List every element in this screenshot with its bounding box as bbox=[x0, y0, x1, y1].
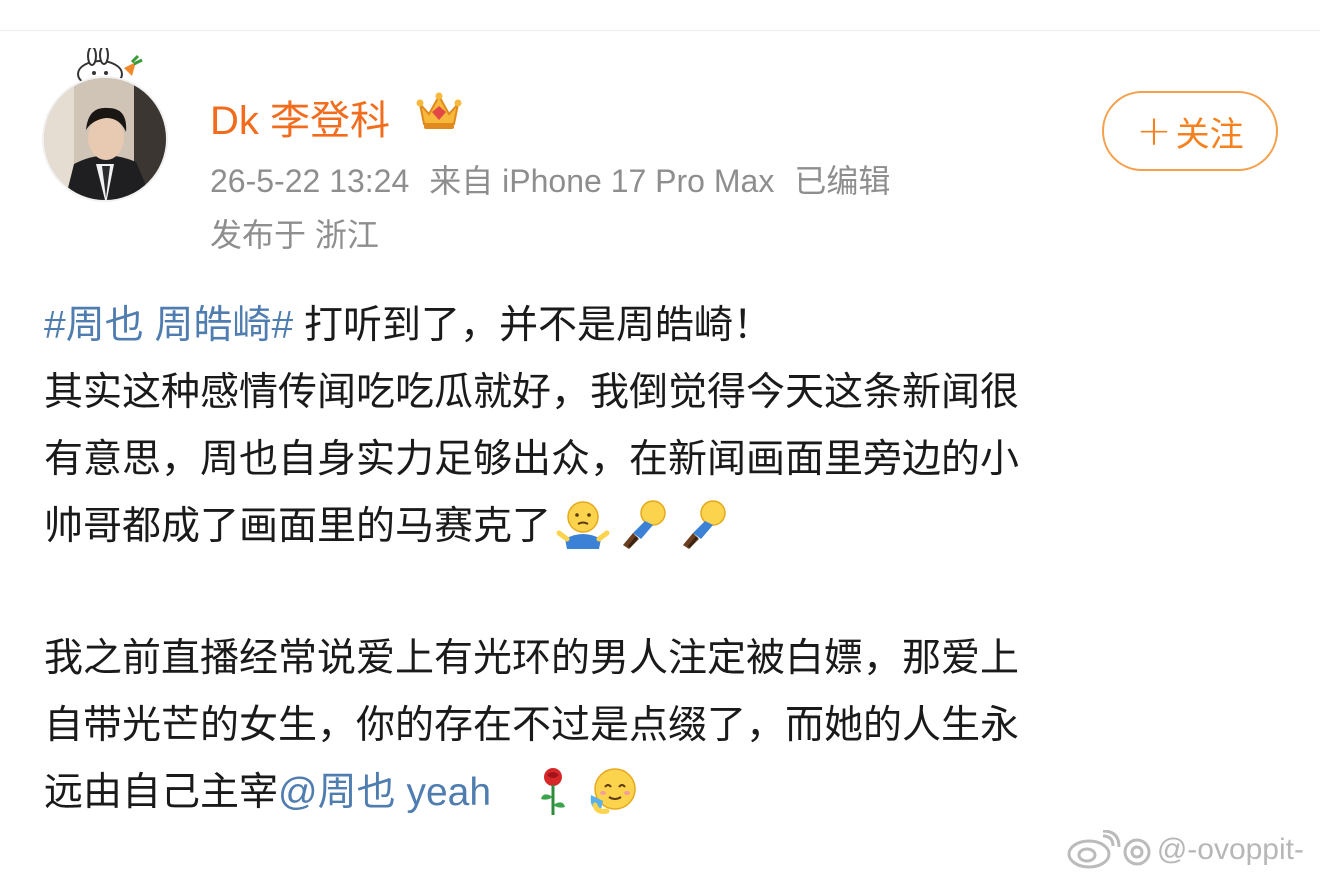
post-text: 帅哥都成了画面里的马赛克了 bbox=[44, 505, 552, 548]
post-body: #周也 周皓崎# 打听到了，并不是周皓崎！ 其实这种感情传闻吃吃瓜就好，我倒觉得… bbox=[44, 292, 1284, 826]
kneel-emoji-icon bbox=[615, 499, 671, 551]
rose-emoji-icon bbox=[525, 765, 581, 817]
crown-icon bbox=[416, 92, 462, 129]
follow-button[interactable]: + 关注 bbox=[1102, 91, 1278, 171]
post-source: 来自 iPhone 17 Pro Max bbox=[429, 163, 775, 199]
post-text: 打听到了，并不是周皓崎！ bbox=[293, 304, 773, 347]
post-line: 有意思，周也自身实力足够出众，在新闻画面里旁边的小 bbox=[44, 438, 1020, 481]
post-text: 远由自己主宰 bbox=[44, 771, 279, 814]
top-divider bbox=[0, 30, 1320, 31]
shrug-emoji-icon bbox=[555, 499, 611, 551]
post-location: 发布于 浙江 bbox=[210, 217, 379, 253]
post-line: 远由自己主宰@周也 yeah bbox=[44, 759, 1284, 826]
author-name[interactable]: Dk 李登科 bbox=[210, 88, 390, 146]
watermark-handle: @-ovoppit- bbox=[1156, 833, 1304, 866]
mention-link[interactable]: @周也 yeah bbox=[278, 771, 491, 814]
post-line: 其实这种感情传闻吃吃瓜就好，我倒觉得今天这条新闻很 bbox=[44, 371, 1020, 414]
post-line: 帅哥都成了画面里的马赛克了 bbox=[44, 493, 1284, 560]
follow-button-label: 关注 bbox=[1175, 114, 1244, 155]
plus-icon: + bbox=[1136, 106, 1172, 155]
edited-label[interactable]: 已编辑 bbox=[794, 163, 890, 199]
post-line: 自带光芒的女生，你的存在不过是点缀了，而她的人生永 bbox=[44, 704, 1020, 747]
post-line: #周也 周皓崎# 打听到了，并不是周皓崎！ bbox=[44, 292, 1284, 359]
avatar-photo bbox=[42, 76, 168, 202]
kneel-emoji-icon bbox=[675, 499, 731, 551]
avatar[interactable] bbox=[40, 48, 172, 208]
post-line: 我之前直播经常说爱上有光环的男人注定被白嫖，那爱上 bbox=[44, 637, 1020, 680]
post-meta: 26-5-22 13:24 来自 iPhone 17 Pro Max 已编辑 bbox=[210, 156, 910, 202]
weibo-logo-icon bbox=[1067, 830, 1151, 869]
hashtag-link[interactable]: #周也 周皓崎# bbox=[44, 304, 293, 347]
watermark: @-ovoppit- bbox=[1063, 830, 1304, 870]
hug-emoji-icon bbox=[585, 765, 641, 817]
post-timestamp: 26-5-22 13:24 bbox=[210, 163, 410, 199]
